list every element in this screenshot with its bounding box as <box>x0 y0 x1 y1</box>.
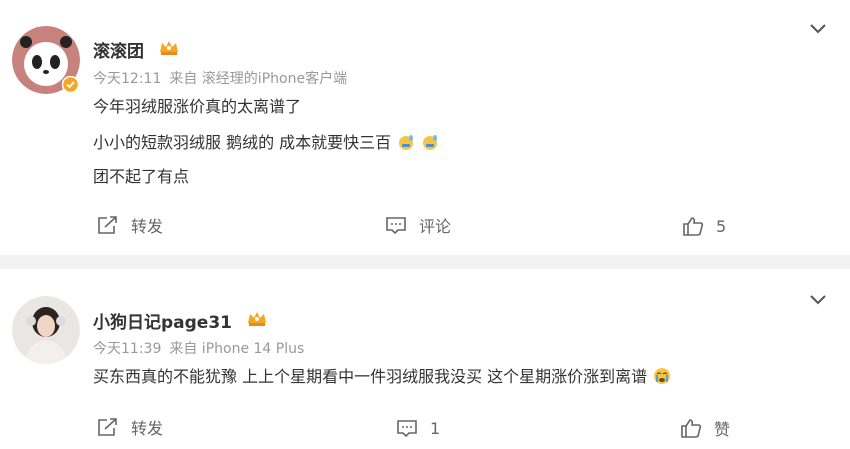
post-source: 来自 iPhone 14 Plus <box>169 341 305 357</box>
verified-badge-icon <box>62 76 79 93</box>
repost-button[interactable]: 转发 <box>97 415 163 439</box>
like-button[interactable]: 5 <box>682 214 726 238</box>
post-text-line: 小小的短款羽绒服 鹅绒的 成本就要快三百 <box>93 133 439 153</box>
post-card: 小狗日记page31 今天11:39 来自 iPhone 14 Plus 买东西真… <box>0 269 850 449</box>
repost-icon <box>98 216 117 234</box>
post-text-line: 团不起了有点 <box>93 167 190 186</box>
post-source: 来自 滚经理的iPhone客户端 <box>169 71 348 87</box>
vip-crown-icon <box>160 41 178 55</box>
vip-crown-icon <box>248 312 266 326</box>
sweat-emoji-icon <box>399 135 414 150</box>
sweat-emoji-icon <box>423 135 438 150</box>
like-button[interactable]: 赞 <box>680 416 730 440</box>
cry-emoji-icon <box>654 368 671 384</box>
post-text-line: 买东西真的不能犹豫 上上个星期看中一件羽绒服我没买 这个星期涨价涨到离谱 <box>93 367 671 387</box>
post-time: 今天12:11 <box>93 71 162 87</box>
post-divider <box>0 255 850 269</box>
like-icon <box>681 419 702 438</box>
repost-button[interactable]: 转发 <box>97 213 163 237</box>
username[interactable]: 滚滚团 <box>93 37 144 62</box>
comment-icon <box>397 420 417 438</box>
post-time: 今天11:39 <box>93 341 162 357</box>
post-card: 滚滚团 今天12:11 来自 滚经理的iPhone客户端 今年羽绒服涨价真的太离谱… <box>0 0 850 255</box>
comment-button[interactable]: 评论 <box>385 213 451 237</box>
post-text-line: 今年羽绒服涨价真的太离谱了 <box>93 97 302 116</box>
repost-icon <box>98 418 117 436</box>
like-icon <box>683 217 704 236</box>
username[interactable]: 小狗日记page31 <box>93 308 232 333</box>
comment-button[interactable]: 1 <box>396 416 440 440</box>
chevron-down-icon[interactable] <box>808 293 828 307</box>
comment-icon <box>386 217 406 235</box>
post-meta: 今天11:39 来自 iPhone 14 Plus <box>93 338 312 358</box>
avatar[interactable] <box>12 296 80 364</box>
chevron-down-icon[interactable] <box>808 22 828 36</box>
post-meta: 今天12:11 来自 滚经理的iPhone客户端 <box>93 68 355 88</box>
